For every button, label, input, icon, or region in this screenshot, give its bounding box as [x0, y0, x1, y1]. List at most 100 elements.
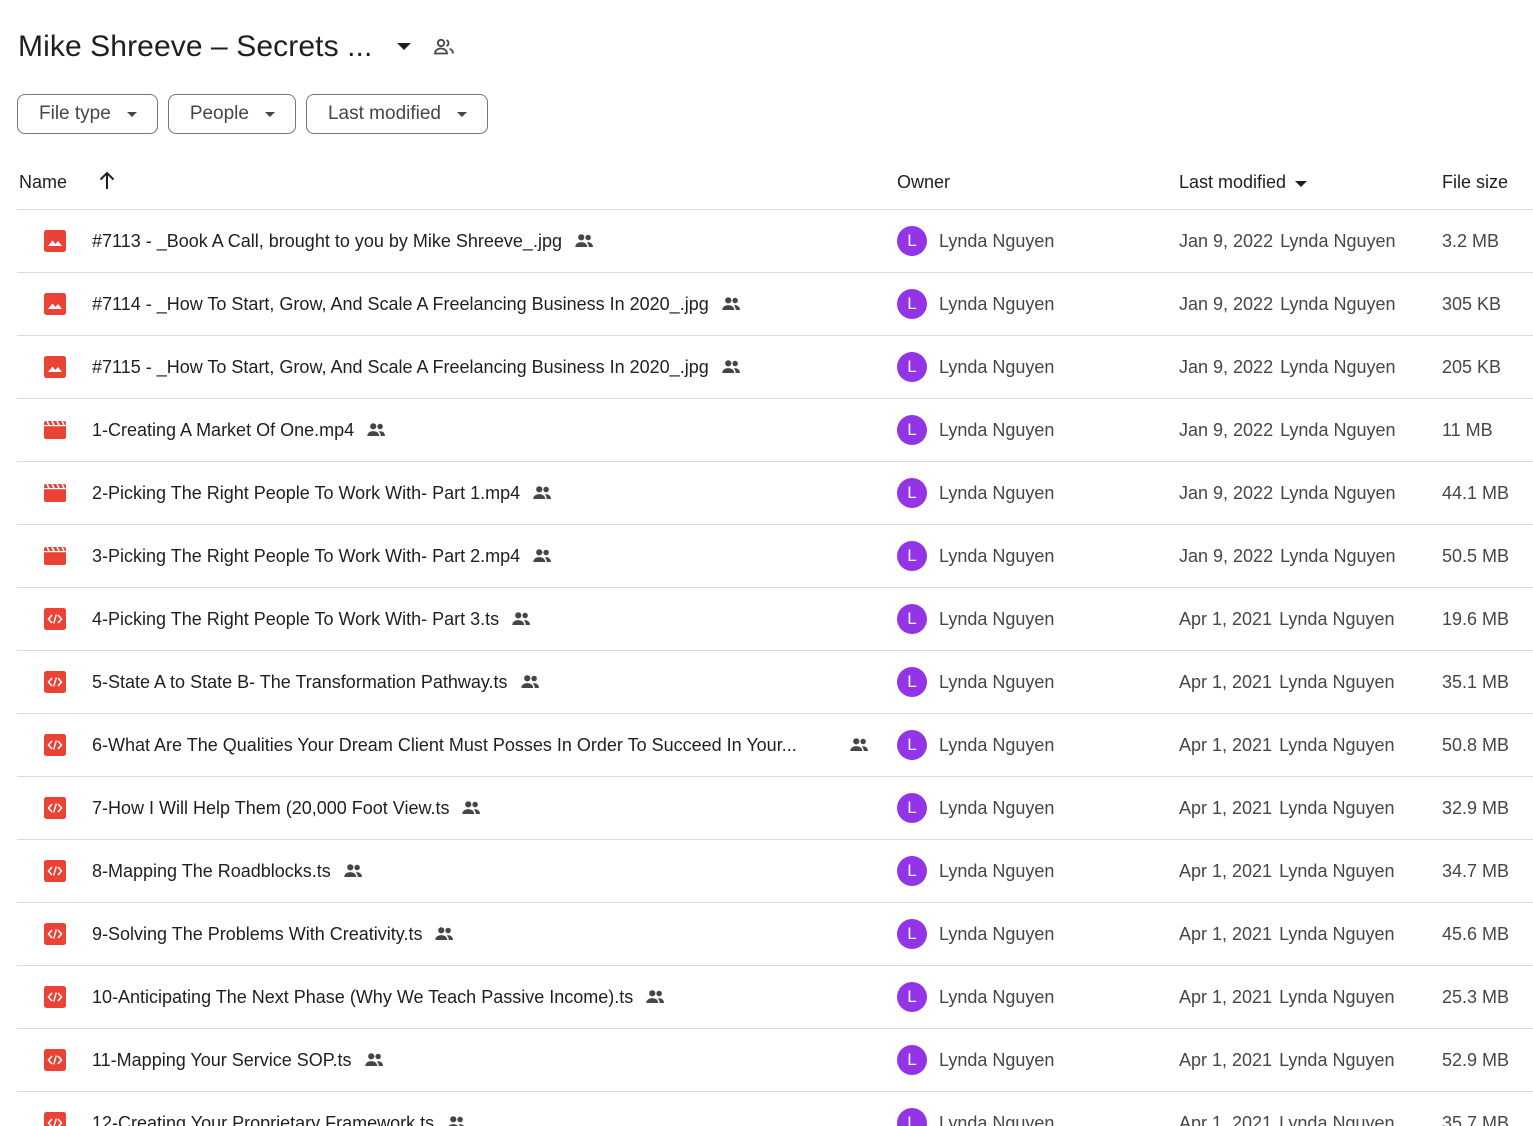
- last-modified-filter[interactable]: Last modified: [305, 94, 488, 134]
- owner-name: Lynda Nguyen: [939, 734, 1055, 755]
- file-row[interactable]: 8-Mapping The Roadblocks.ts L Lynda Nguy…: [17, 840, 1533, 903]
- name-column-header[interactable]: Name: [19, 172, 67, 193]
- file-row[interactable]: 12-Creating Your Proprietary Framework.t…: [17, 1092, 1533, 1126]
- file-row[interactable]: 9-Solving The Problems With Creativity.t…: [17, 903, 1533, 966]
- modified-by: Lynda Nguyen: [1280, 230, 1396, 251]
- avatar[interactable]: L: [897, 604, 927, 634]
- last-modified-cell: Jan 9, 2022 Lynda Nguyen: [1179, 336, 1396, 398]
- last-modified-cell: Jan 9, 2022 Lynda Nguyen: [1179, 525, 1396, 587]
- last-modified-cell: Apr 1, 2021 Lynda Nguyen: [1179, 903, 1395, 965]
- avatar[interactable]: L: [897, 415, 927, 445]
- last-modified-filter-label: Last modified: [327, 103, 441, 124]
- owner-cell: L Lynda Nguyen: [897, 462, 1054, 524]
- people-filter[interactable]: People: [167, 94, 296, 134]
- sort-down-icon: [1295, 180, 1308, 187]
- file-name: 7-How I Will Help Them (20,000 Foot View…: [92, 797, 450, 818]
- last-modified-cell: Apr 1, 2021 Lynda Nguyen: [1179, 1029, 1395, 1091]
- shared-people-icon: [341, 859, 365, 883]
- owner-cell: L Lynda Nguyen: [897, 273, 1054, 335]
- file-name-cell: #7113 - _Book A Call, brought to you by …: [92, 210, 596, 272]
- avatar[interactable]: L: [897, 730, 927, 760]
- modified-by: Lynda Nguyen: [1279, 1112, 1395, 1126]
- shared-people-icon: [719, 292, 743, 316]
- avatar[interactable]: L: [897, 1045, 927, 1075]
- avatar[interactable]: L: [897, 856, 927, 886]
- file-row[interactable]: 3-Picking The Right People To Work With-…: [17, 525, 1533, 588]
- file-row[interactable]: 6-What Are The Qualities Your Dream Clie…: [17, 714, 1533, 777]
- chevron-down-icon: [264, 111, 275, 117]
- file-name-cell: 3-Picking The Right People To Work With-…: [92, 525, 554, 587]
- avatar[interactable]: L: [897, 226, 927, 256]
- file-name-cell: 1-Creating A Market Of One.mp4: [92, 399, 388, 461]
- modified-by: Lynda Nguyen: [1280, 482, 1396, 503]
- avatar[interactable]: L: [897, 982, 927, 1012]
- avatar[interactable]: L: [897, 1108, 927, 1126]
- file-size: 50.8 MB: [1442, 734, 1510, 755]
- file-name-cell: #7114 - _How To Start, Grow, And Scale A…: [92, 273, 743, 335]
- last-modified-cell: Apr 1, 2021 Lynda Nguyen: [1179, 714, 1395, 776]
- file-name: #7115 - _How To Start, Grow, And Scale A…: [92, 356, 709, 377]
- code-file-icon: [44, 923, 66, 945]
- file-row[interactable]: 10-Anticipating The Next Phase (Why We T…: [17, 966, 1533, 1029]
- image-file-icon: [44, 230, 66, 252]
- modified-date: Jan 9, 2022: [1179, 230, 1274, 251]
- shared-people-icon: [719, 355, 743, 379]
- owner-column-header[interactable]: Owner: [897, 172, 950, 193]
- file-row[interactable]: 7-How I Will Help Them (20,000 Foot View…: [17, 777, 1533, 840]
- file-size-column-header[interactable]: File size: [1442, 172, 1508, 193]
- file-type-filter[interactable]: File type: [17, 94, 158, 134]
- file-name-cell: 8-Mapping The Roadblocks.ts: [92, 840, 365, 902]
- file-size: 205 KB: [1442, 356, 1502, 377]
- folder-title[interactable]: Mike Shreeve – Secrets ...: [18, 30, 372, 64]
- owner-name: Lynda Nguyen: [939, 608, 1055, 629]
- file-size: 305 KB: [1442, 293, 1502, 314]
- modified-date: Jan 9, 2022: [1179, 419, 1274, 440]
- owner-name: Lynda Nguyen: [939, 797, 1055, 818]
- file-row[interactable]: 2-Picking The Right People To Work With-…: [17, 462, 1533, 525]
- avatar[interactable]: L: [897, 919, 927, 949]
- file-name: 8-Mapping The Roadblocks.ts: [92, 860, 331, 881]
- file-name: 12-Creating Your Proprietary Framework.t…: [92, 1112, 435, 1126]
- shared-people-icon: [530, 544, 554, 568]
- file-list: #7113 - _Book A Call, brought to you by …: [17, 210, 1533, 1126]
- file-row[interactable]: 5-State A to State B- The Transformation…: [17, 651, 1533, 714]
- file-size: 35.1 MB: [1442, 671, 1510, 692]
- avatar[interactable]: L: [897, 793, 927, 823]
- people-outline-icon[interactable]: [430, 33, 458, 61]
- modified-date: Apr 1, 2021: [1179, 734, 1273, 755]
- last-modified-cell: Jan 9, 2022 Lynda Nguyen: [1179, 273, 1396, 335]
- modified-date: Apr 1, 2021: [1179, 797, 1273, 818]
- file-size: 19.6 MB: [1442, 608, 1510, 629]
- file-name-cell: 11-Mapping Your Service SOP.ts: [92, 1029, 386, 1091]
- file-row[interactable]: 4-Picking The Right People To Work With-…: [17, 588, 1533, 651]
- owner-cell: L Lynda Nguyen: [897, 777, 1054, 839]
- last-modified-cell: Jan 9, 2022 Lynda Nguyen: [1179, 399, 1396, 461]
- file-row[interactable]: 11-Mapping Your Service SOP.ts L Lynda N…: [17, 1029, 1533, 1092]
- modified-date: Jan 9, 2022: [1179, 545, 1274, 566]
- owner-cell: L Lynda Nguyen: [897, 588, 1054, 650]
- modified-by: Lynda Nguyen: [1279, 797, 1395, 818]
- shared-people-icon: [432, 922, 456, 946]
- last-modified-cell: Jan 9, 2022 Lynda Nguyen: [1179, 210, 1396, 272]
- owner-cell: L Lynda Nguyen: [897, 399, 1054, 461]
- avatar[interactable]: L: [897, 352, 927, 382]
- avatar[interactable]: L: [897, 478, 927, 508]
- code-file-icon: [44, 1049, 66, 1071]
- owner-cell: L Lynda Nguyen: [897, 651, 1054, 713]
- modified-date: Apr 1, 2021: [1179, 1112, 1273, 1126]
- last-modified-column-header[interactable]: Last modified: [1179, 172, 1308, 193]
- arrow-drop-down-icon[interactable]: [390, 33, 418, 61]
- file-row[interactable]: 1-Creating A Market Of One.mp4 L Lynda N…: [17, 399, 1533, 462]
- file-name-cell: #7115 - _How To Start, Grow, And Scale A…: [92, 336, 743, 398]
- arrow-upward-icon[interactable]: [97, 170, 117, 192]
- avatar[interactable]: L: [897, 541, 927, 571]
- last-modified-cell: Apr 1, 2021 Lynda Nguyen: [1179, 651, 1395, 713]
- avatar[interactable]: L: [897, 289, 927, 319]
- modified-by: Lynda Nguyen: [1279, 923, 1395, 944]
- file-row[interactable]: #7113 - _Book A Call, brought to you by …: [17, 210, 1533, 273]
- avatar[interactable]: L: [897, 667, 927, 697]
- image-file-icon: [44, 293, 66, 315]
- file-row[interactable]: #7115 - _How To Start, Grow, And Scale A…: [17, 336, 1533, 399]
- file-row[interactable]: #7114 - _How To Start, Grow, And Scale A…: [17, 273, 1533, 336]
- modified-by: Lynda Nguyen: [1279, 860, 1395, 881]
